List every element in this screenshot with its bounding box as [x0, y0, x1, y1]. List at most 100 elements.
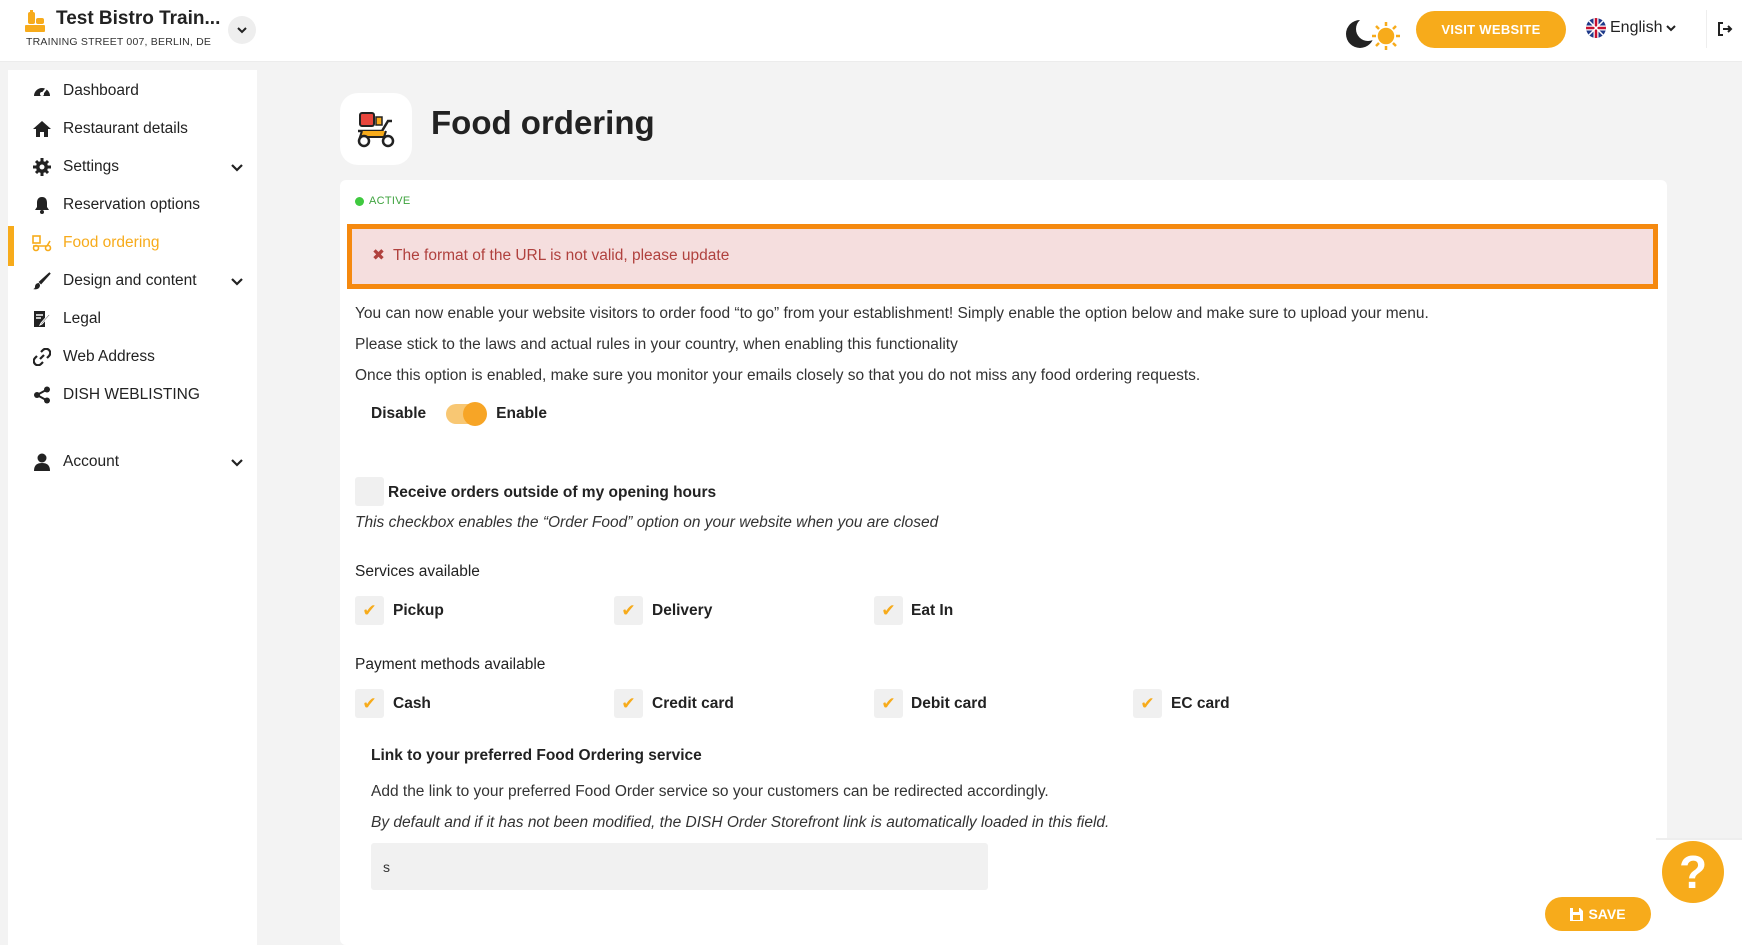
link-icon [31, 346, 53, 368]
moon-icon [1346, 17, 1380, 48]
link-section-title: Link to your preferred Food Ordering ser… [371, 747, 702, 764]
sidebar-item-label: Legal [63, 310, 101, 327]
top-bar: Test Bistro Train... TRAINING STREET 007… [0, 0, 1742, 62]
sidebar-item-label: Account [63, 453, 120, 470]
checkmark-icon: ✔ [362, 693, 377, 713]
page-icon-box [340, 93, 412, 165]
toggle-enable-label: Enable [496, 405, 547, 422]
visit-website-button[interactable]: VISIT WEBSITE [1416, 11, 1566, 48]
save-button[interactable]: SAVE [1545, 897, 1651, 931]
restaurant-name: Test Bistro Train... [56, 8, 221, 29]
sidebar-item-restaurant-details[interactable]: Restaurant details [8, 110, 257, 148]
status-label: ACTIVE [369, 195, 411, 207]
chef-icon [25, 10, 45, 32]
pickup-checkbox[interactable]: ✔ [355, 596, 384, 625]
chevron-down-icon [231, 459, 243, 467]
checkmark-icon: ✔ [621, 600, 636, 620]
chevron-down-icon [1666, 25, 1677, 32]
link-description: Add the link to your preferred Food Orde… [371, 783, 1049, 800]
debit-card-label: Debit card [911, 695, 987, 712]
toggle-disable-label: Disable [371, 405, 427, 422]
share-icon [31, 384, 53, 406]
credit-card-label: Credit card [652, 695, 734, 712]
sidebar-item-label: Design and content [63, 272, 197, 289]
logout-icon [1717, 22, 1732, 36]
brush-icon [31, 270, 53, 292]
page-title: Food ordering [431, 104, 655, 141]
help-button[interactable]: ? [1662, 841, 1724, 903]
sidebar-item-label: Restaurant details [63, 120, 188, 137]
sidebar-item-label: Food ordering [63, 234, 160, 251]
sidebar-item-food-ordering[interactable]: Food ordering [8, 224, 257, 266]
outside-hours-checkbox[interactable] [355, 477, 384, 506]
sidebar: Dashboard Restaurant details Settings Re… [8, 70, 257, 945]
uk-flag-icon [1586, 18, 1606, 38]
food-ordering-url-input[interactable] [371, 843, 988, 890]
delivery-label: Delivery [652, 602, 713, 619]
delivery-scooter-icon [357, 112, 395, 148]
sidebar-item-label: Settings [63, 158, 120, 175]
ec-card-label: EC card [1171, 695, 1230, 712]
home-icon [31, 118, 53, 140]
theme-toggle[interactable] [1344, 17, 1406, 51]
chevron-down-icon [231, 278, 243, 286]
intro-text-2: Please stick to the laws and actual rule… [355, 336, 958, 353]
checkmark-icon: ✔ [1140, 693, 1155, 713]
status-dot-icon [355, 196, 364, 206]
sidebar-item-dashboard[interactable]: Dashboard [8, 72, 257, 110]
intro-text-3: Once this option is enabled, make sure y… [355, 367, 1201, 384]
outside-hours-hint: This checkbox enables the “Order Food” o… [355, 514, 939, 531]
user-icon [31, 451, 53, 473]
checkmark-icon: ✔ [621, 693, 636, 713]
delivery-checkbox[interactable]: ✔ [614, 596, 643, 625]
sidebar-item-settings[interactable]: Settings [8, 148, 257, 186]
restaurant-switcher[interactable]: Test Bistro Train... TRAINING STREET 007… [22, 8, 220, 48]
error-alert: ✖ The format of the URL is not valid, pl… [347, 224, 1658, 289]
food-ordering-toggle-row: Disable Enable [371, 402, 547, 426]
sidebar-item-web-address[interactable]: Web Address [8, 338, 257, 376]
bell-icon [31, 194, 53, 216]
dashboard-icon [31, 80, 53, 102]
gear-icon [31, 156, 53, 178]
floppy-disk-icon [1570, 907, 1584, 921]
restaurant-address: TRAINING STREET 007, BERLIN, DE [26, 36, 212, 48]
error-message: The format of the URL is not valid, plea… [393, 247, 730, 264]
language-label: English [1610, 19, 1663, 36]
language-selector[interactable]: English [1586, 18, 1677, 38]
sidebar-item-reservation-options[interactable]: Reservation options [8, 186, 257, 224]
intro-text-1: You can now enable your website visitors… [355, 305, 1429, 322]
sidebar-item-label: Web Address [63, 348, 155, 365]
scooter-icon [31, 232, 53, 254]
logout-button[interactable] [1706, 10, 1742, 48]
status-badge: ACTIVE [355, 195, 411, 207]
sidebar-item-account[interactable]: Account [8, 443, 257, 481]
checkmark-icon: ✔ [881, 693, 896, 713]
restaurant-dropdown-button[interactable] [228, 16, 256, 44]
chevron-down-icon [237, 27, 247, 34]
checkmark-icon: ✔ [881, 600, 896, 620]
sidebar-item-label: DISH WEBLISTING [63, 386, 200, 403]
sidebar-item-design-and-content[interactable]: Design and content [8, 262, 257, 300]
sidebar-item-label: Reservation options [63, 196, 200, 213]
legal-icon [31, 308, 53, 330]
pickup-label: Pickup [393, 602, 444, 619]
ec-card-checkbox[interactable]: ✔ [1133, 689, 1162, 718]
sidebar-item-label: Dashboard [63, 82, 139, 99]
sidebar-item-legal[interactable]: Legal [8, 300, 257, 338]
eat-in-label: Eat In [911, 602, 954, 619]
chevron-down-icon [231, 164, 243, 172]
sidebar-item-dish-weblisting[interactable]: DISH WEBLISTING [8, 376, 257, 414]
eat-in-checkbox[interactable]: ✔ [874, 596, 903, 625]
cash-label: Cash [393, 695, 431, 712]
services-title: Services available [355, 563, 480, 580]
payments-title: Payment methods available [355, 656, 546, 673]
outside-hours-label: Receive orders outside of my opening hou… [388, 484, 717, 501]
checkmark-icon: ✔ [362, 600, 377, 620]
debit-card-checkbox[interactable]: ✔ [874, 689, 903, 718]
credit-card-checkbox[interactable]: ✔ [614, 689, 643, 718]
toggle-knob [463, 402, 488, 426]
link-note: By default and if it has not been modifi… [371, 814, 1110, 831]
food-ordering-toggle[interactable] [446, 402, 488, 426]
cash-checkbox[interactable]: ✔ [355, 689, 384, 718]
close-x-icon: ✖ [372, 247, 385, 264]
